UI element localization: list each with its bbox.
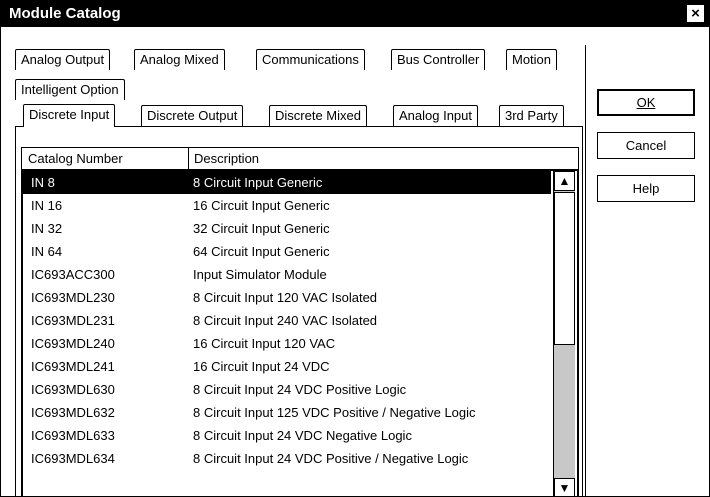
list-item[interactable]: IC693ACC300 Input Simulator Module xyxy=(23,263,551,286)
description-cell: 8 Circuit Input 120 VAC Isolated xyxy=(193,290,378,305)
description-cell: 8 Circuit Input 240 VAC Isolated xyxy=(193,313,378,328)
catalog-number-cell: IC693ACC300 xyxy=(31,267,115,282)
description-cell: 16 Circuit Input 120 VAC xyxy=(193,336,336,351)
list-item[interactable]: IN 32 32 Circuit Input Generic xyxy=(23,217,551,240)
description-cell: 64 Circuit Input Generic xyxy=(193,244,330,259)
catalog-number-cell: IC693MDL230 xyxy=(31,290,115,305)
description-cell: 8 Circuit Input 24 VDC Positive Logic xyxy=(193,382,407,397)
cancel-button[interactable]: Cancel xyxy=(597,132,695,159)
module-list-rows: IN 8 8 Circuit Input Generic IN 16 16 Circu… xyxy=(23,171,551,470)
tab-discrete-input[interactable]: Discrete Input xyxy=(23,104,116,127)
catalog-number-cell: IN 32 xyxy=(31,221,63,236)
column-header-description[interactable]: Description xyxy=(194,151,259,166)
cancel-button-label: Cancel xyxy=(625,138,667,153)
window-title: Module Catalog xyxy=(9,5,121,22)
catalog-number-cell: IN 8 xyxy=(31,175,55,190)
scroll-down-arrow-icon[interactable]: ▼ xyxy=(554,478,575,496)
description-cell: 8 Circuit Input 24 VDC Positive / Negati… xyxy=(193,451,469,466)
description-cell: 16 Circuit Input Generic xyxy=(193,198,330,213)
catalog-number-cell: IC693MDL633 xyxy=(31,428,115,443)
catalog-number-cell: IC693MDL630 xyxy=(31,382,115,397)
list-item[interactable]: IC693MDL230 8 Circuit Input 120 VAC Isola… xyxy=(23,286,551,309)
list-item[interactable]: IN 64 64 Circuit Input Generic xyxy=(23,240,551,263)
ok-button-label: OK xyxy=(636,95,656,110)
close-button[interactable]: × xyxy=(686,4,705,23)
module-list[interactable]: IN 8 8 Circuit Input Generic IN 16 16 Circu… xyxy=(21,169,579,496)
tab-communications[interactable]: Communications xyxy=(256,49,365,70)
module-catalog-dialog: Module Catalog × Analog Output Analog Mi… xyxy=(0,0,710,497)
tab-motion[interactable]: Motion xyxy=(506,49,558,70)
vertical-scrollbar[interactable]: ▲ ▼ xyxy=(553,171,575,496)
help-button[interactable]: Help xyxy=(597,175,695,202)
list-item[interactable]: IN 16 16 Circuit Input Generic xyxy=(23,194,551,217)
catalog-number-cell: IC693MDL241 xyxy=(31,359,115,374)
tab-analog-output[interactable]: Analog Output xyxy=(15,49,111,70)
tab-analog-mixed[interactable]: Analog Mixed xyxy=(134,49,225,70)
tab-analog-input[interactable]: Analog Input xyxy=(393,105,479,126)
list-item[interactable]: IC693MDL240 16 Circuit Input 120 VAC xyxy=(23,332,551,355)
list-header: Catalog Number Description xyxy=(21,147,579,169)
catalog-number-cell: IC693MDL632 xyxy=(31,405,115,420)
tab-discrete-output[interactable]: Discrete Output xyxy=(141,105,244,126)
panel-divider xyxy=(585,45,586,496)
scroll-up-arrow-icon[interactable]: ▲ xyxy=(554,171,575,191)
list-item[interactable]: IC693MDL241 16 Circuit Input 24 VDC xyxy=(23,355,551,378)
title-bar: Module Catalog × xyxy=(1,1,709,27)
catalog-number-cell: IN 64 xyxy=(31,244,63,259)
list-item[interactable]: IC693MDL231 8 Circuit Input 240 VAC Isola… xyxy=(23,309,551,332)
description-cell: 8 Circuit Input Generic xyxy=(193,175,323,190)
description-cell: 32 Circuit Input Generic xyxy=(193,221,330,236)
tab-intelligent-option[interactable]: Intelligent Option xyxy=(15,79,125,100)
catalog-number-cell: IN 16 xyxy=(31,198,63,213)
list-item[interactable]: IN 8 8 Circuit Input Generic xyxy=(23,171,551,194)
list-item[interactable]: IC693MDL630 8 Circuit Input 24 VDC Positi… xyxy=(23,378,551,401)
help-button-label: Help xyxy=(632,181,660,196)
catalog-number-cell: IC693MDL231 xyxy=(31,313,115,328)
description-cell: 8 Circuit Input 125 VDC Positive / Negat… xyxy=(193,405,476,420)
column-header-catalog-number[interactable]: Catalog Number xyxy=(28,151,123,166)
ok-button[interactable]: OK xyxy=(597,89,695,116)
tab-bus-controller[interactable]: Bus Controller xyxy=(391,49,486,70)
description-cell: 16 Circuit Input 24 VDC xyxy=(193,359,330,374)
description-cell: Input Simulator Module xyxy=(193,267,327,282)
tab-discrete-mixed[interactable]: Discrete Mixed xyxy=(269,105,367,126)
catalog-number-cell: IC693MDL240 xyxy=(31,336,115,351)
list-item[interactable]: IC693MDL632 8 Circuit Input 125 VDC Posit… xyxy=(23,401,551,424)
column-separator[interactable] xyxy=(188,148,189,169)
description-cell: 8 Circuit Input 24 VDC Negative Logic xyxy=(193,428,412,443)
tab-3rd-party[interactable]: 3rd Party xyxy=(499,105,564,126)
catalog-number-cell: IC693MDL634 xyxy=(31,451,115,466)
list-item[interactable]: IC693MDL633 8 Circuit Input 24 VDC Negati… xyxy=(23,424,551,447)
scroll-thumb[interactable] xyxy=(554,192,575,345)
list-item[interactable]: IC693MDL634 8 Circuit Input 24 VDC Positi… xyxy=(23,447,551,470)
